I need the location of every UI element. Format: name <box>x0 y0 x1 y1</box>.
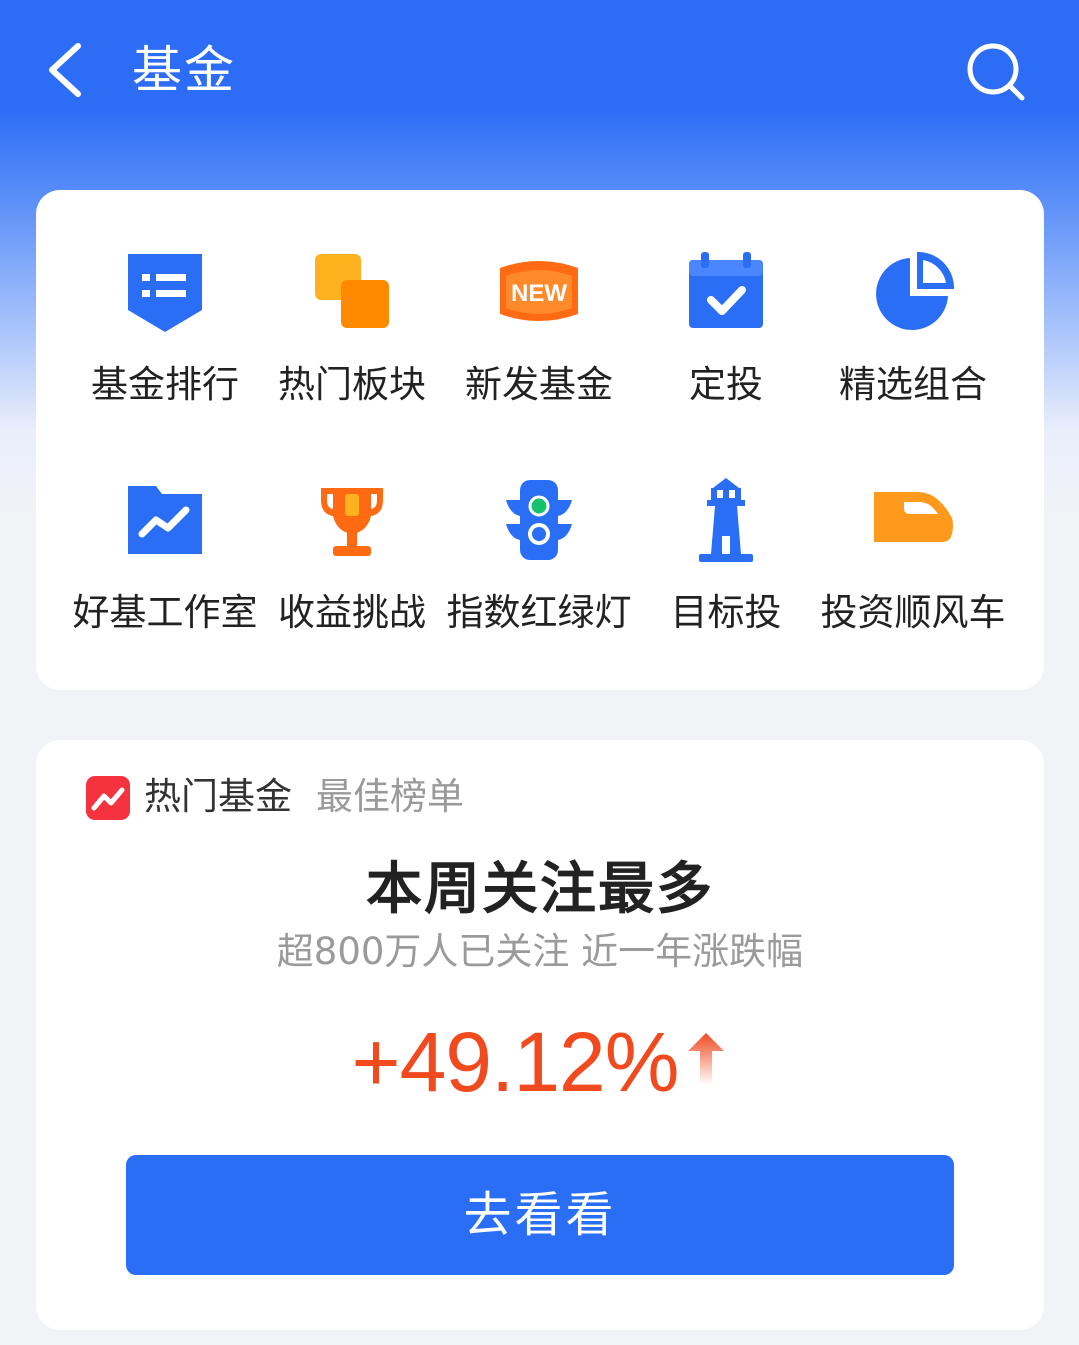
hot-fund-headline: 本周关注最多 <box>366 857 714 922</box>
pie-chart-icon <box>876 251 955 330</box>
new-badge-icon: NEW <box>500 261 578 321</box>
search-button[interactable] <box>960 36 1032 108</box>
lighthouse-icon <box>699 478 753 562</box>
menu-item-label: 精选组合 <box>839 363 987 406</box>
trend-up-icon <box>86 776 130 820</box>
stacked-squares-icon <box>315 254 389 328</box>
up-arrow-icon <box>688 1033 725 1085</box>
svg-text:NEW: NEW <box>511 280 567 307</box>
menu-item-investment-ride[interactable]: 投资顺风车 <box>813 476 1013 666</box>
ranking-list-icon <box>128 254 202 332</box>
chevron-left-icon <box>49 43 81 97</box>
top-bar: 基金 <box>0 0 1079 140</box>
hot-fund-description: 超800万人已关注 近一年涨跌幅 <box>276 930 804 973</box>
trend-folder-icon <box>128 486 202 554</box>
feature-grid-card: 基金排行 热门板块 NEW 新发基金 定投 精选组合 好基工作室 收益挑战 指数… <box>36 190 1044 690</box>
hot-fund-title: 热门基金 <box>144 775 292 818</box>
trophy-icon <box>321 488 383 556</box>
bullet-train-icon <box>874 492 953 542</box>
search-icon <box>967 43 1025 101</box>
hot-fund-return: +49.12% <box>36 1012 1044 1112</box>
traffic-light-icon <box>506 480 572 560</box>
calendar-check-icon <box>689 252 763 328</box>
back-button[interactable] <box>36 38 96 102</box>
hot-fund-subtitle: 最佳榜单 <box>316 775 464 818</box>
hot-fund-card[interactable]: 热门基金 最佳榜单 本周关注最多 超800万人已关注 近一年涨跌幅 +49.12… <box>36 740 1044 1330</box>
menu-item-label: 投资顺风车 <box>820 591 1006 634</box>
return-value: +49.12% <box>351 1015 680 1109</box>
go-see-button[interactable]: 去看看 <box>126 1155 954 1275</box>
page-title: 基金 <box>132 41 236 99</box>
menu-item-curated-portfolio[interactable]: 精选组合 <box>813 248 1013 438</box>
